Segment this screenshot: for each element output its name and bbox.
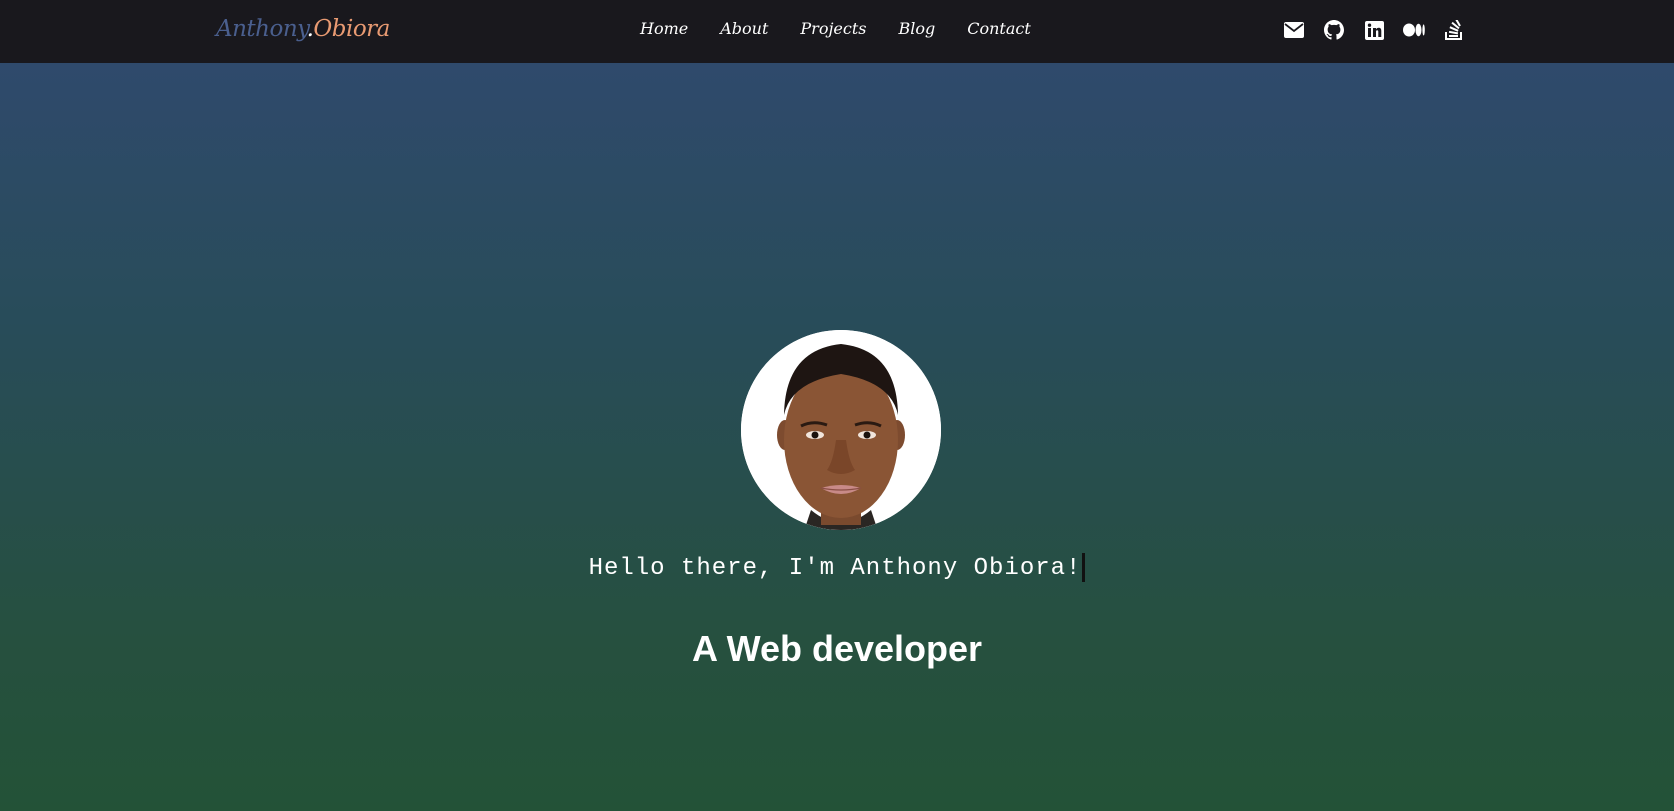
github-icon[interactable] [1323, 18, 1345, 42]
nav-home[interactable]: Home [640, 17, 688, 41]
brand-last-name: Obiora [313, 16, 390, 42]
nav-projects[interactable]: Projects [800, 17, 866, 41]
nav-blog[interactable]: Blog [898, 17, 935, 41]
nav-about[interactable]: About [720, 17, 768, 41]
email-icon[interactable] [1283, 18, 1305, 42]
hero-role: A Web developer [691, 628, 983, 669]
brand-first-name: Anthony [216, 16, 307, 42]
greeting-text: Hello there, I'm Anthony Obiora! [588, 555, 1082, 582]
linkedin-icon[interactable] [1363, 18, 1385, 42]
navbar: Anthony.Obiora Home About Projects Blog … [0, 0, 1674, 63]
main-nav: Home About Projects Blog Contact [640, 17, 1063, 41]
nav-contact[interactable]: Contact [967, 17, 1031, 41]
medium-icon[interactable] [1403, 18, 1425, 42]
typing-cursor [1082, 553, 1086, 583]
brand-logo[interactable]: Anthony.Obiora [216, 13, 390, 45]
social-links [1283, 18, 1483, 42]
stackoverflow-icon[interactable] [1443, 18, 1465, 42]
hero-greeting: Hello there, I'm Anthony Obiora! [0, 551, 1674, 587]
profile-photo [741, 330, 941, 530]
